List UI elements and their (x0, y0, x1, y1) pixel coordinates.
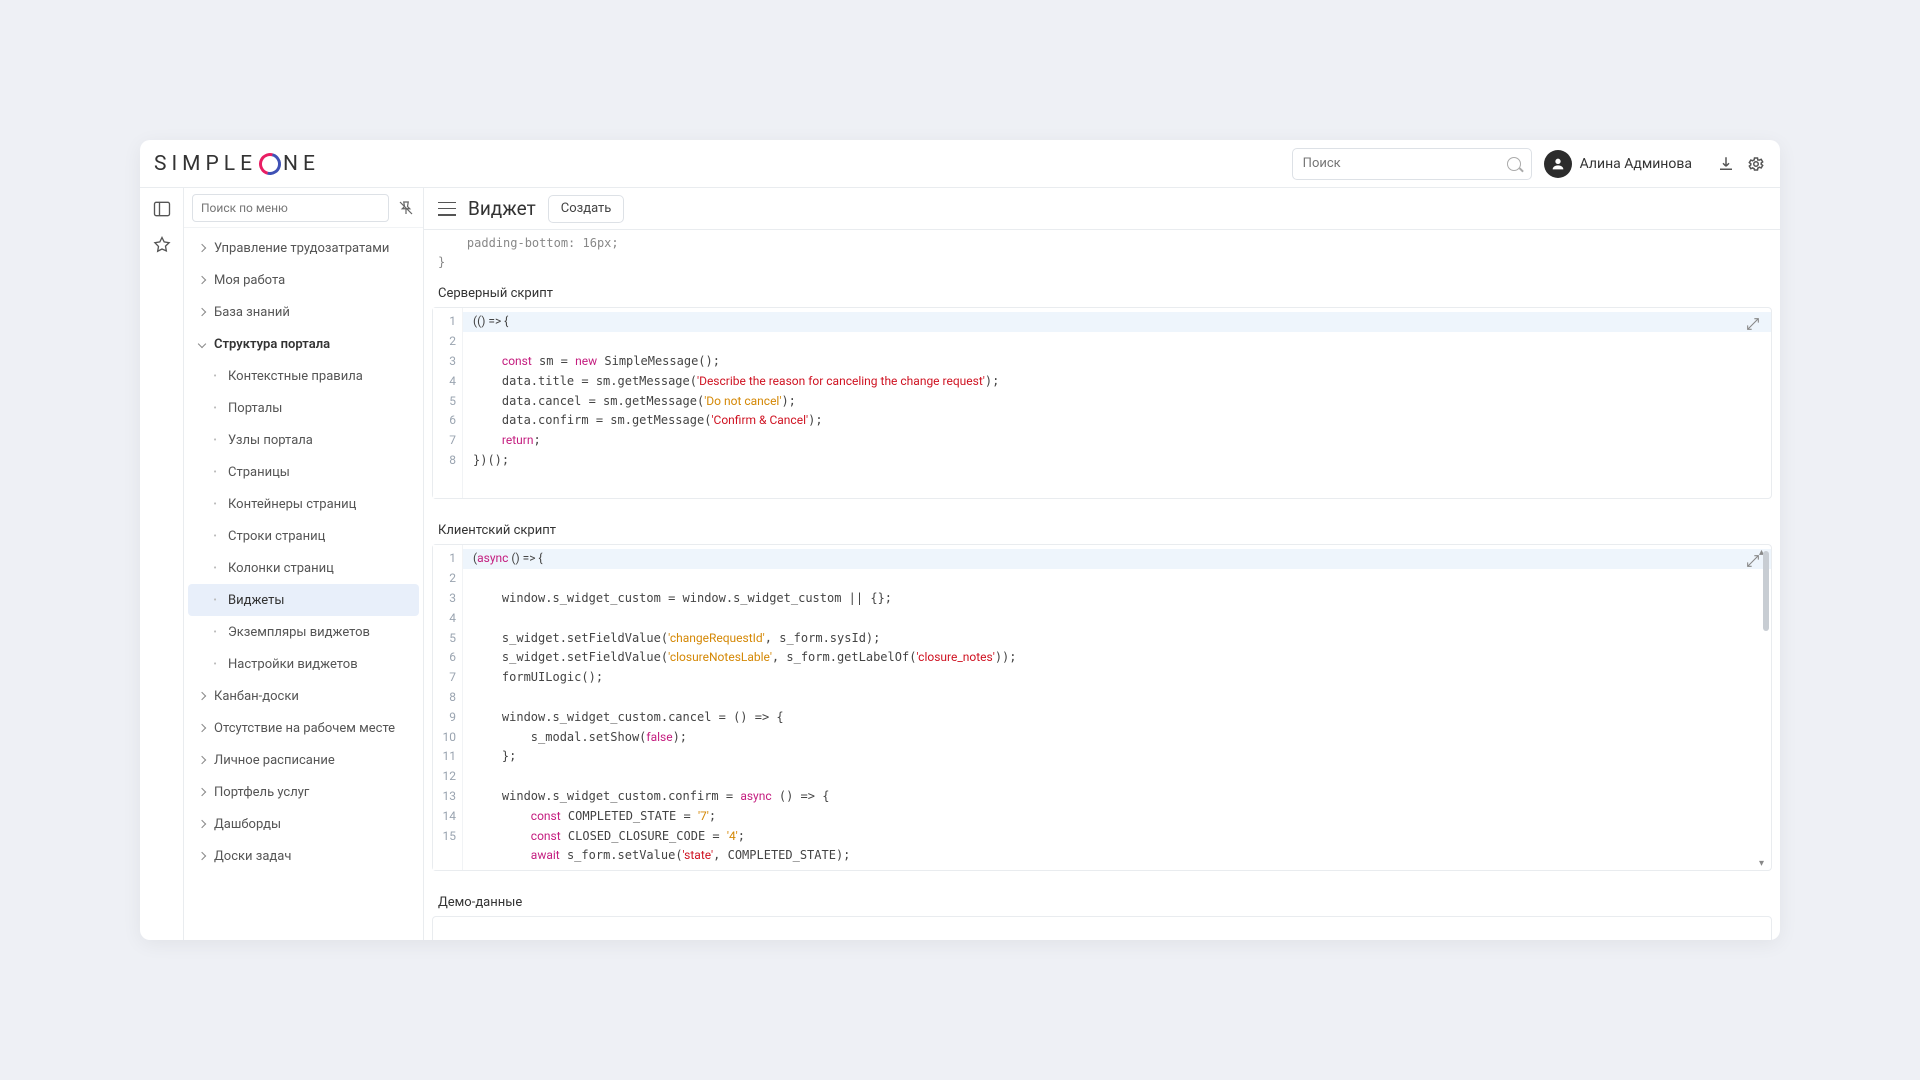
line-gutter: 12345678 (433, 308, 463, 498)
sidebar: Управление трудозатратамиМоя работаБаза … (184, 188, 424, 940)
expand-icon[interactable] (1745, 316, 1761, 332)
sidebar-item[interactable]: Отсутствие на рабочем месте (184, 712, 423, 744)
left-rail (140, 188, 184, 940)
create-button[interactable]: Создать (548, 195, 625, 223)
client-script-label: Клиентский скрипт (424, 513, 1780, 544)
sidebar-item[interactable]: •Порталы (184, 392, 423, 424)
code-area[interactable]: (async () => { window.s_widget_custom = … (463, 545, 1771, 870)
topbar: SIMPLE NE Алина Админова (140, 140, 1780, 188)
sidebar-item[interactable]: Портфель услуг (184, 776, 423, 808)
sidebar-item[interactable]: Канбан-доски (184, 680, 423, 712)
sidebar-item[interactable]: •Контекстные правила (184, 360, 423, 392)
client-script-editor[interactable]: ▴ ▾ 123456789101112131415 (async () => {… (432, 544, 1772, 871)
global-search-input[interactable] (1303, 156, 1507, 171)
burger-icon[interactable] (438, 202, 456, 216)
sidebar-item[interactable]: •Узлы портала (184, 424, 423, 456)
sidebar-item[interactable]: •Строки страниц (184, 520, 423, 552)
main-content: Виджет Создать padding-bottom: 16px; } С… (424, 188, 1780, 940)
content-header: Виджет Создать (424, 188, 1780, 230)
scroll-down-icon[interactable]: ▾ (1759, 858, 1769, 868)
app-window: SIMPLE NE Алина Админова (140, 140, 1780, 940)
search-icon (1507, 157, 1521, 171)
download-icon[interactable] (1716, 154, 1736, 174)
sidebar-item[interactable]: •Страницы (184, 456, 423, 488)
sidebar-item[interactable]: Управление трудозатратами (184, 232, 423, 264)
sidebar-item-expanded[interactable]: Структура портала (184, 328, 423, 360)
sidebar-item[interactable]: •Контейнеры страниц (184, 488, 423, 520)
nav-tree: Управление трудозатратамиМоя работаБаза … (184, 228, 423, 940)
menu-search-input[interactable] (192, 194, 389, 222)
css-tail-stub: padding-bottom: 16px; } (424, 230, 1780, 276)
server-script-editor[interactable]: 12345678 (() => { const sm = new SimpleM… (432, 307, 1772, 499)
line-gutter: 123456789101112131415 (433, 545, 463, 870)
unpin-icon[interactable] (397, 199, 415, 217)
sidebar-item[interactable]: Личное расписание (184, 744, 423, 776)
username[interactable]: Алина Админова (1580, 156, 1692, 172)
logo: SIMPLE NE (154, 152, 320, 176)
demo-data-editor[interactable] (432, 916, 1772, 940)
gear-icon[interactable] (1746, 154, 1766, 174)
sidebar-item[interactable]: Моя работа (184, 264, 423, 296)
global-search[interactable] (1292, 148, 1532, 180)
logo-text-post: NE (283, 152, 320, 176)
code-area[interactable]: (() => { const sm = new SimpleMessage();… (463, 308, 1771, 498)
sidebar-item[interactable]: •Настройки виджетов (184, 648, 423, 680)
logo-text-pre: SIMPLE (154, 152, 257, 176)
logo-ring-icon (255, 148, 285, 178)
demo-data-label: Демо-данные (424, 885, 1780, 916)
avatar[interactable] (1544, 150, 1572, 178)
page-title: Виджет (468, 197, 536, 220)
sidebar-item[interactable]: Доски задач (184, 840, 423, 872)
sidebar-item-active[interactable]: •Виджеты (188, 584, 419, 616)
sidebar-item[interactable]: Дашборды (184, 808, 423, 840)
sidebar-item[interactable]: •Колонки страниц (184, 552, 423, 584)
panel-toggle-icon[interactable] (151, 198, 173, 220)
star-icon[interactable] (151, 234, 173, 256)
sidebar-item[interactable]: База знаний (184, 296, 423, 328)
sidebar-item[interactable]: •Экземпляры виджетов (184, 616, 423, 648)
scrollbar[interactable] (1763, 551, 1769, 850)
server-script-label: Серверный скрипт (424, 276, 1780, 307)
